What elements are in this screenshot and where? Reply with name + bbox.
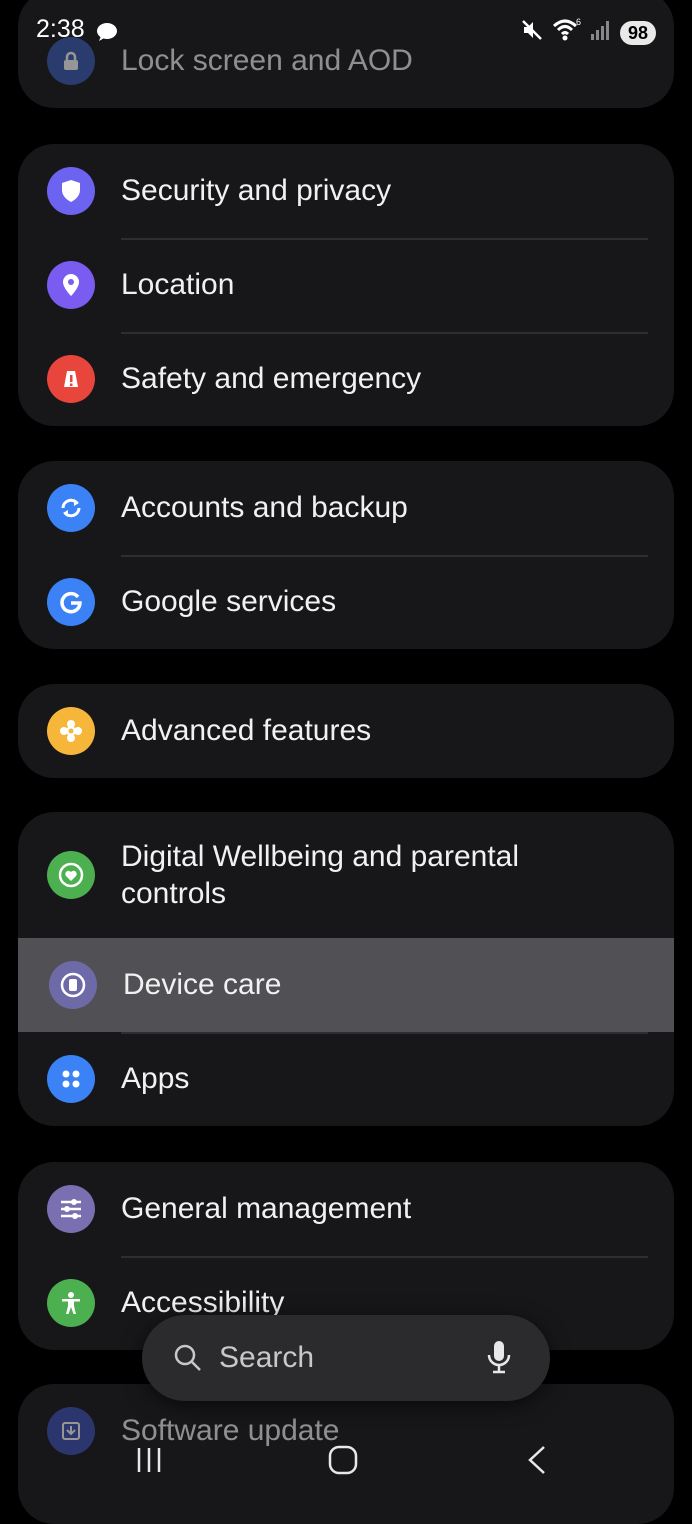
google-icon (47, 578, 95, 626)
search-input[interactable]: Search (219, 1315, 314, 1401)
settings-item-location[interactable]: Location (18, 238, 674, 332)
shield-icon (47, 167, 95, 215)
device-care-icon (49, 961, 97, 1009)
settings-item-wellbeing[interactable]: Digital Wellbeing and parental controls (18, 812, 674, 938)
settings-item-advanced[interactable]: Advanced features (18, 684, 674, 778)
settings-item-google[interactable]: Google services (18, 555, 674, 649)
status-indicators: 6 98 (520, 17, 656, 47)
person-icon (47, 1279, 95, 1327)
settings-group-accounts: Accounts and backup Google services (18, 461, 674, 649)
sync-icon (47, 484, 95, 532)
navigation-bar (0, 1422, 692, 1500)
status-time: 2:38 (36, 15, 85, 43)
settings-item-accounts[interactable]: Accounts and backup (18, 461, 674, 555)
settings-item-label: Digital Wellbeing and parental controls (121, 840, 520, 910)
settings-item-label: Apps (121, 1062, 190, 1095)
settings-item-label: Accounts and backup (121, 491, 408, 524)
settings-item-label: General management (121, 1192, 412, 1225)
home-icon[interactable] (327, 1444, 359, 1481)
apps-grid-icon (47, 1055, 95, 1103)
mute-icon (520, 18, 544, 47)
search-icon (172, 1342, 204, 1379)
settings-item-label: Safety and emergency (121, 362, 422, 395)
status-bar: 2:38 6 98 (0, 0, 692, 62)
settings-item-device-care[interactable]: Device care (18, 938, 674, 1032)
settings-group-advanced: Advanced features (18, 684, 674, 778)
svg-text:6: 6 (576, 18, 581, 27)
settings-item-label: Device care (123, 968, 282, 1001)
back-icon[interactable] (524, 1444, 552, 1481)
settings-item-apps[interactable]: Apps (18, 1032, 674, 1126)
location-pin-icon (47, 261, 95, 309)
settings-item-label: Google services (121, 585, 337, 618)
signal-icon (590, 19, 612, 46)
settings-item-security[interactable]: Security and privacy (18, 144, 674, 238)
wifi-icon: 6 (552, 17, 582, 47)
settings-group-security: Security and privacy Location Safety and… (18, 144, 674, 426)
settings-item-label: Advanced features (121, 714, 372, 747)
battery-indicator: 98 (619, 20, 656, 45)
microphone-icon[interactable] (486, 1339, 512, 1380)
gear-flower-icon (47, 707, 95, 755)
recent-apps-icon[interactable] (134, 1444, 166, 1481)
sliders-icon (47, 1185, 95, 1233)
heart-icon (47, 851, 95, 899)
settings-item-general[interactable]: General management (18, 1162, 674, 1256)
chat-notification-icon (96, 22, 118, 47)
settings-item-safety[interactable]: Safety and emergency (18, 332, 674, 426)
settings-group-wellbeing: Digital Wellbeing and parental controls … (18, 812, 674, 1126)
search-bar[interactable]: Search (142, 1315, 550, 1401)
warning-icon (47, 355, 95, 403)
settings-item-label: Security and privacy (121, 174, 392, 207)
settings-item-label: Location (121, 268, 235, 301)
